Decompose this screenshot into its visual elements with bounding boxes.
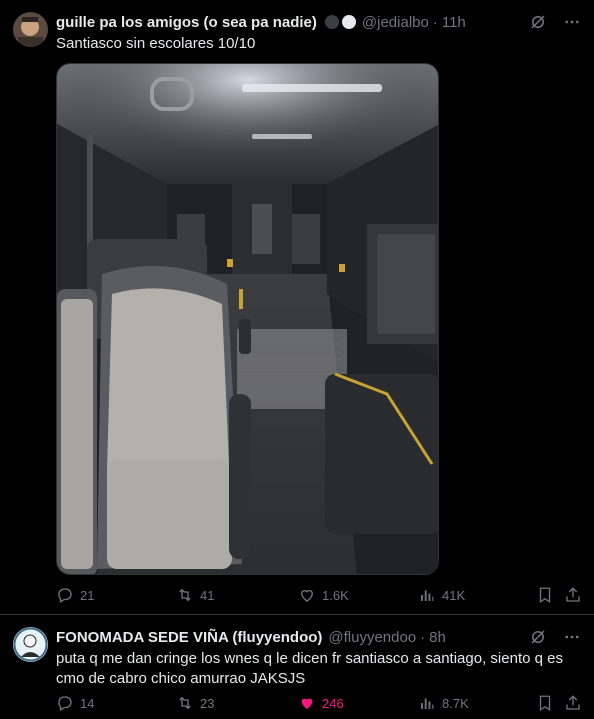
share-button[interactable] [564,694,582,712]
reply-icon [58,696,72,711]
like-count: 246 [322,695,344,711]
handle[interactable]: @jedialbo [362,14,429,31]
views-count: 41K [442,587,466,603]
post-image[interactable] [56,63,439,575]
grok-icon[interactable] [528,627,548,647]
views-button[interactable]: 41K [418,586,465,604]
views-count: 8.7K [442,695,469,711]
handle[interactable]: @fluyyendoo [328,629,416,646]
reply-button[interactable]: 14 [56,694,94,712]
action-bar: 14 23 246 8.7K [56,693,582,713]
post[interactable]: guille pa los amigos (o sea pa nadie) @j… [0,0,594,614]
repost-icon [179,588,191,602]
like-icon [301,698,313,709]
display-name[interactable]: FONOMADA SEDE VIÑA (fluyyendoo) [56,629,322,646]
bookmark-icon [539,587,551,604]
reply-button[interactable]: 21 [56,586,94,604]
like-count: 1.6K [322,587,349,603]
post[interactable]: FONOMADA SEDE VIÑA (fluyyendoo) @fluyyen… [0,614,594,719]
views-icon [421,698,434,709]
repost-icon [179,696,191,710]
emoji-badge-light [341,15,356,29]
reply-count: 14 [80,695,95,711]
more-icon[interactable] [562,12,582,32]
reply-icon [58,588,72,603]
post-header: FONOMADA SEDE VIÑA (fluyyendoo) @fluyyen… [56,627,524,647]
emoji-badge-dark [324,15,339,29]
timestamp[interactable]: 11h [442,14,466,31]
bookmark-button[interactable] [536,586,554,604]
repost-button[interactable]: 23 [176,694,214,712]
separator: · [420,628,426,646]
post-text: puta q me dan cringe los wnes q le dicen… [56,650,563,687]
share-button[interactable] [564,586,582,604]
bookmark-button[interactable] [536,694,554,712]
timestamp[interactable]: 8h [429,629,446,646]
post-header: guille pa los amigos (o sea pa nadie) @j… [56,12,524,32]
avatar[interactable] [13,12,48,47]
repost-count: 23 [200,695,215,711]
repost-button[interactable]: 41 [176,586,214,604]
post-text: Santiasco sin escolares 10/10 [56,35,256,52]
display-name[interactable]: guille pa los amigos (o sea pa nadie) [56,14,317,31]
action-bar: 21 41 1.6K 41K [56,585,582,605]
bookmark-icon [539,695,551,712]
views-icon [421,590,434,601]
like-icon [301,589,313,602]
share-icon [566,695,580,710]
views-button[interactable]: 8.7K [418,694,469,712]
more-icon[interactable] [562,627,582,647]
share-icon [566,587,580,602]
reply-count: 21 [80,587,95,603]
like-button[interactable]: 1.6K [298,586,349,604]
repost-count: 41 [200,587,215,603]
avatar[interactable] [13,627,48,662]
separator: · [432,13,438,31]
like-button[interactable]: 246 [298,694,344,712]
grok-icon[interactable] [528,12,548,32]
